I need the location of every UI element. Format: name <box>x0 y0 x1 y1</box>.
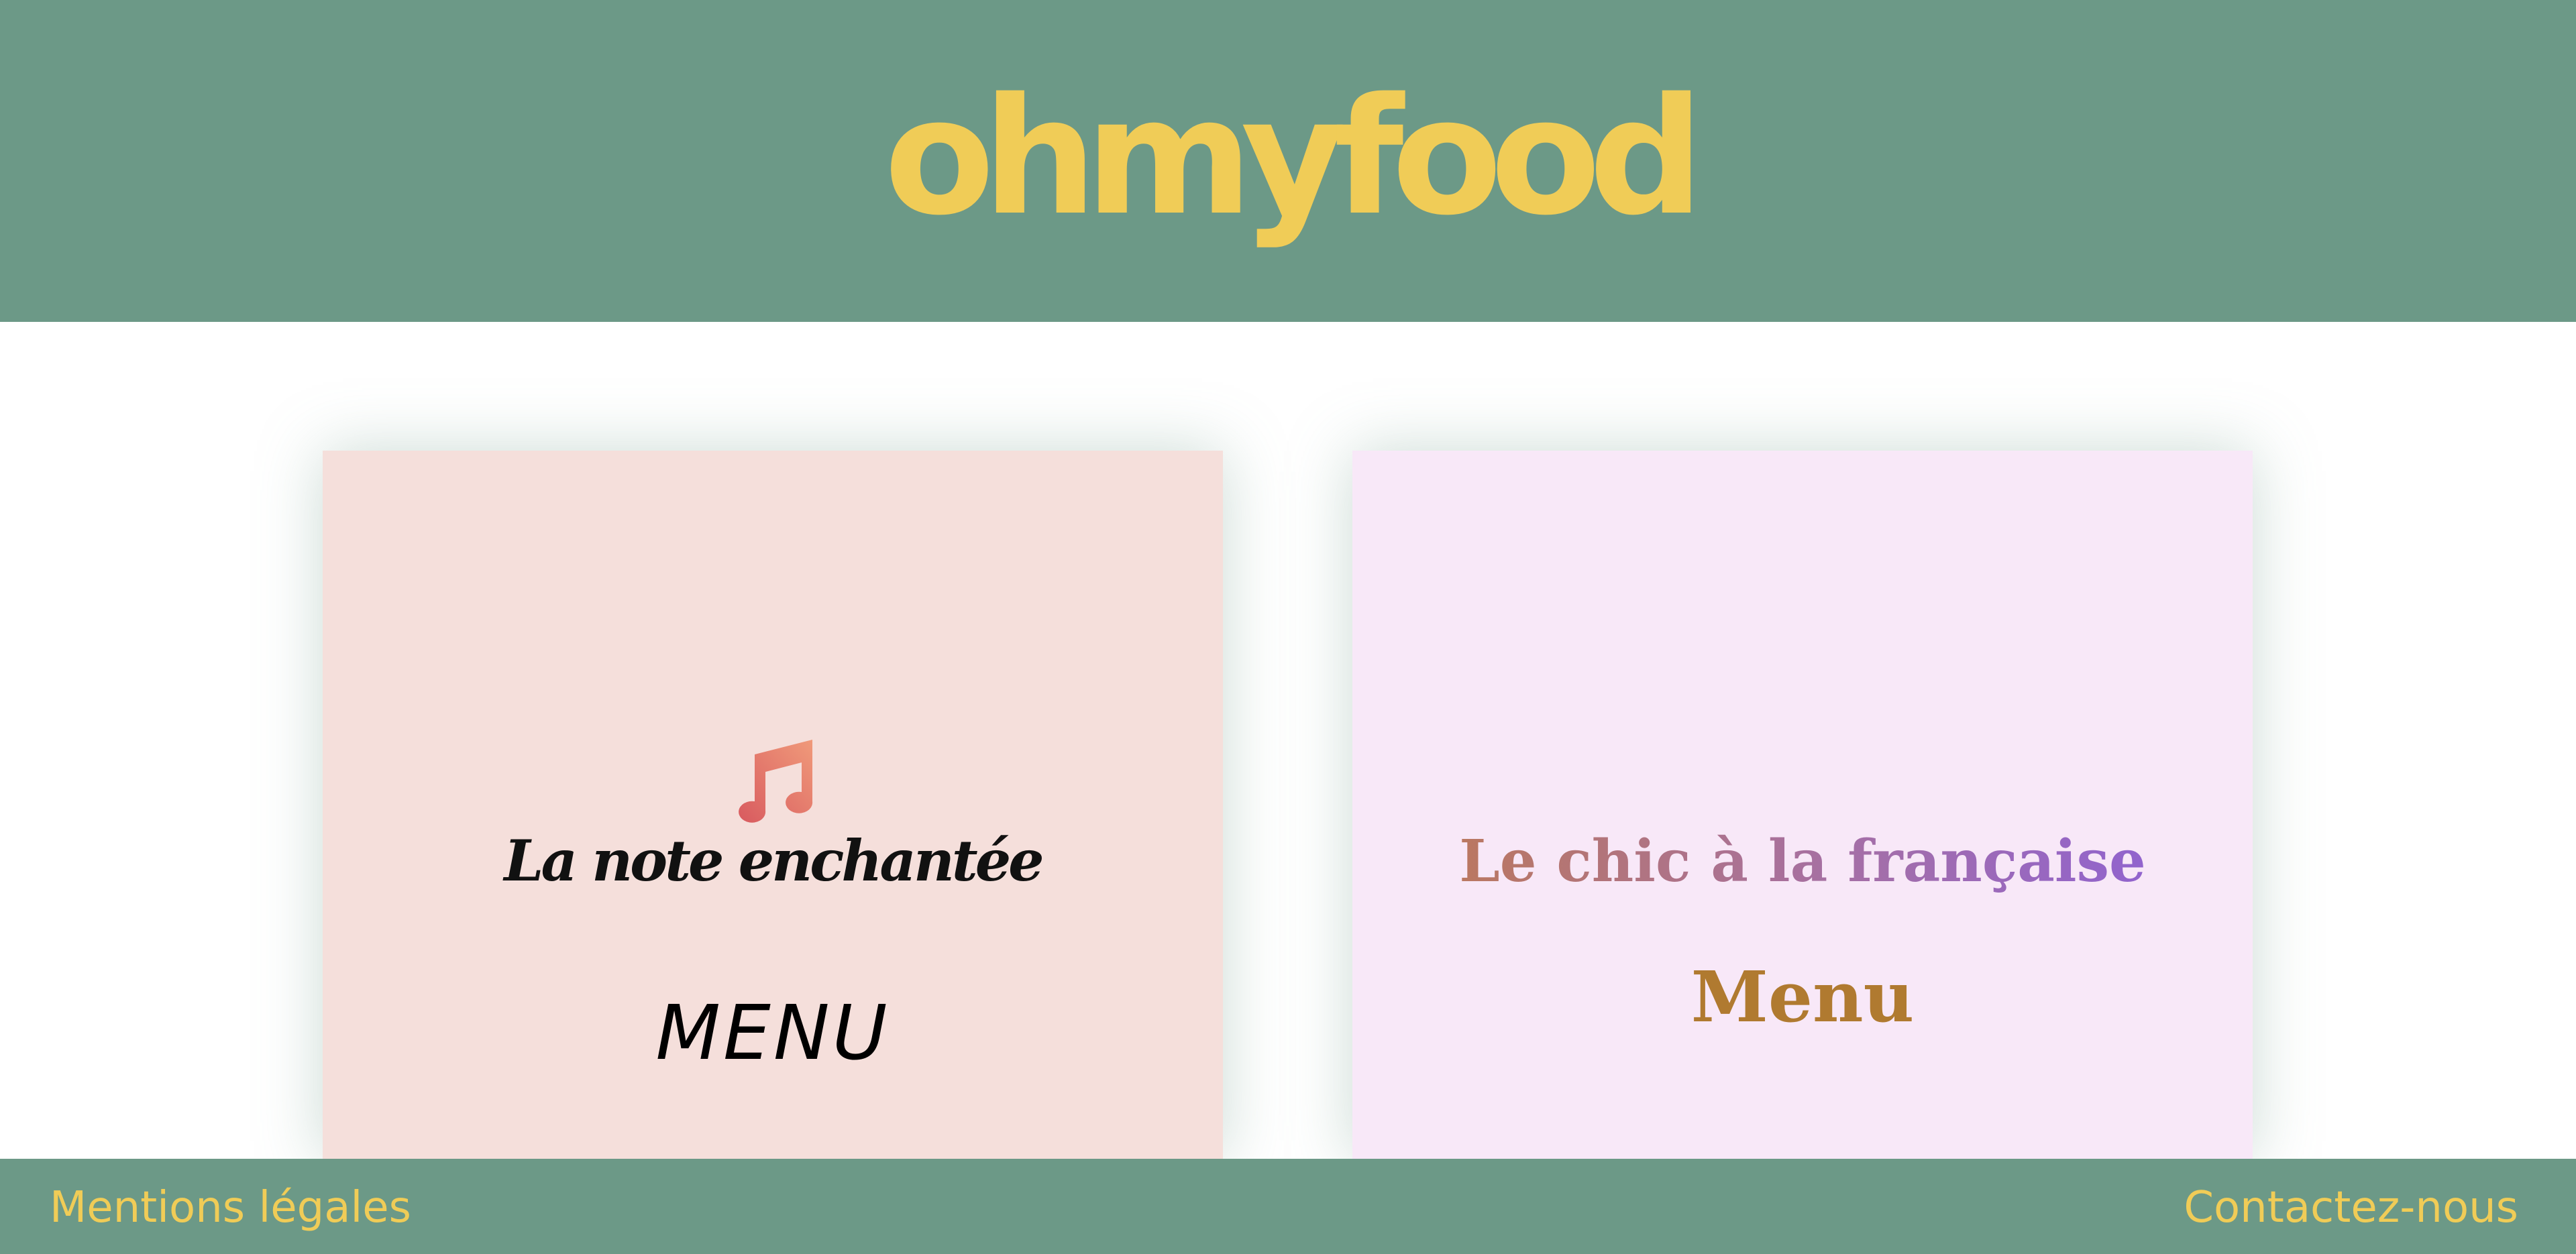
restaurant-card-le-chic-a-la-francaise[interactable] <box>1352 451 2253 1161</box>
menu-link-la-note-enchantee[interactable]: MENU <box>323 992 1223 1075</box>
page: ohmyfood La note enchantée MENU Le chic … <box>0 0 2576 1254</box>
site-footer: Mentions légales Contactez-nous <box>0 1159 2576 1254</box>
logo[interactable]: ohmyfood <box>884 76 1704 237</box>
restaurant-title-la-note-enchantee: La note enchantée <box>504 828 1044 894</box>
legal-notice-link[interactable]: Mentions légales <box>50 1184 411 1232</box>
contact-link[interactable]: Contactez-nous <box>2184 1184 2518 1232</box>
restaurant-title-le-chic-a-la-francaise: Le chic à la française <box>1352 830 2253 894</box>
music-note-icon <box>739 740 813 823</box>
site-header: ohmyfood <box>0 0 2576 322</box>
menu-link-le-chic-a-la-francaise[interactable]: Menu <box>1352 958 2253 1035</box>
